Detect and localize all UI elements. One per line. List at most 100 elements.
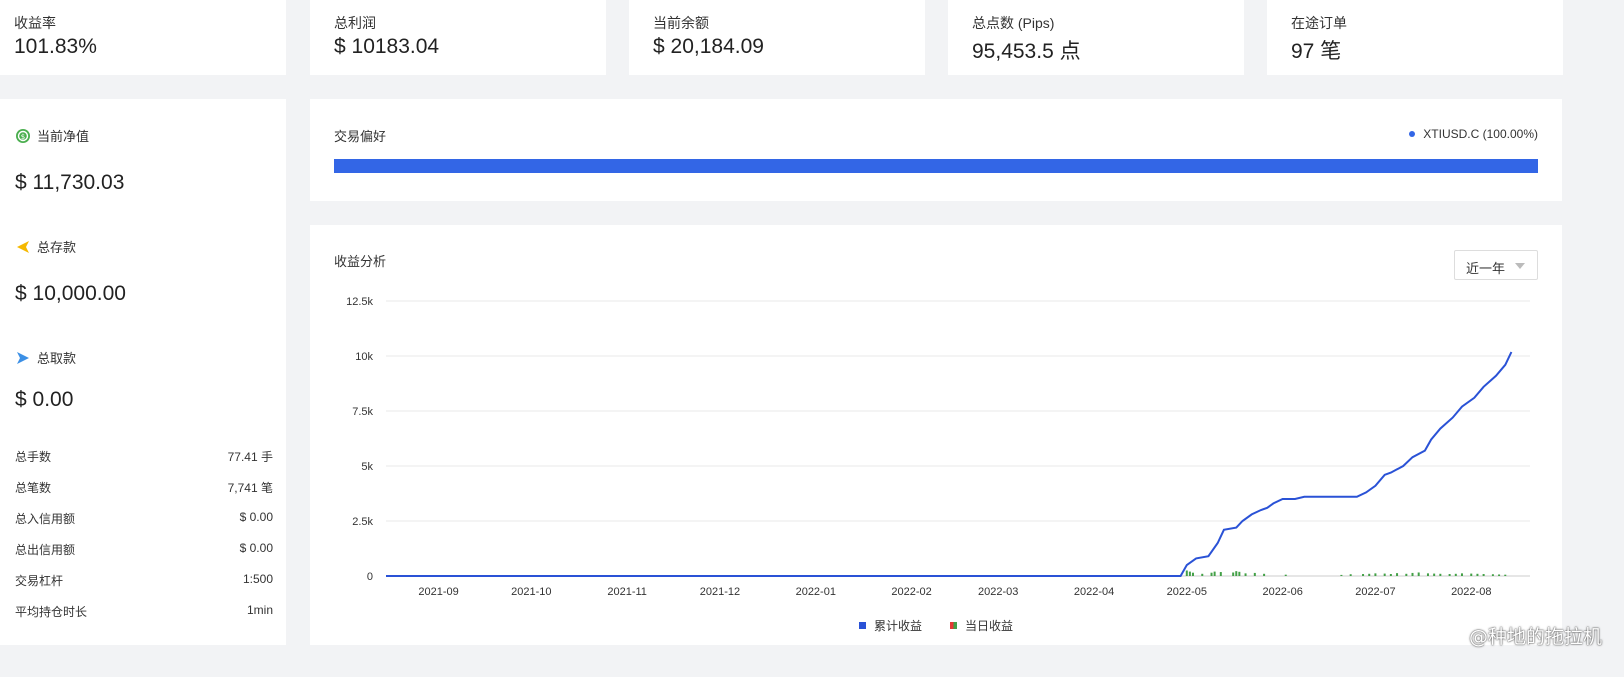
daily-profit-bar xyxy=(1396,573,1399,576)
daily-profit-bar xyxy=(1460,573,1463,576)
detail-label: 总入信用额 xyxy=(15,512,76,526)
stat-label: 在途订单 xyxy=(1291,15,1347,31)
svg-text:$: $ xyxy=(21,133,25,141)
x-tick-label: 2021-11 xyxy=(607,586,647,598)
detail-value: 1:500 xyxy=(242,572,273,586)
legend-swatch-cumulative xyxy=(858,622,866,629)
preference-legend[interactable]: XTIUSD.C (100.00%) xyxy=(1409,127,1538,141)
preference-title: 交易偏好 xyxy=(334,129,387,144)
detail-row-leverage: 交易杠杆 1:500 xyxy=(15,572,273,589)
stat-value: 95,453.5 点 xyxy=(972,40,1081,63)
equity-label: 当前净值 xyxy=(37,129,90,144)
daily-profit-bar xyxy=(1426,573,1429,576)
chart-legend: 累计收益 当日收益 xyxy=(310,617,1562,634)
deposit-icon xyxy=(17,240,29,253)
daily-profit-bar xyxy=(1433,573,1436,576)
daily-profit-bar xyxy=(1405,573,1408,576)
x-tick-label: 2021-10 xyxy=(511,586,551,598)
daily-profit-bar xyxy=(1185,570,1188,576)
x-tick-label: 2022-03 xyxy=(978,586,1018,598)
x-tick-label: 2021-12 xyxy=(700,586,740,598)
stat-label: 总点数 (Pips) xyxy=(972,15,1055,31)
detail-label: 总出信用额 xyxy=(15,543,76,557)
deposit-value: $ 10,000.00 xyxy=(15,282,126,305)
daily-profit-bar xyxy=(1235,571,1238,576)
detail-value: 7,741 笔 xyxy=(227,481,273,495)
stat-card-open-orders: 在途订单 97 笔 xyxy=(1267,0,1563,75)
detail-label: 总手数 xyxy=(15,450,52,464)
x-tick-label: 2022-07 xyxy=(1355,586,1395,598)
daily-profit-bar xyxy=(1498,574,1501,576)
daily-profit-bar xyxy=(1454,573,1457,576)
daily-profit-bar xyxy=(1213,571,1216,576)
stat-label: 当前余额 xyxy=(653,15,709,31)
stat-value: 101.83% xyxy=(14,35,97,58)
y-tick-label: 2.5k xyxy=(352,516,373,528)
daily-profit-bar xyxy=(1491,574,1494,576)
stat-value: 97 笔 xyxy=(1291,40,1342,63)
daily-profit-bar xyxy=(1362,574,1365,576)
daily-profit-bar xyxy=(1470,573,1473,576)
daily-profit-bar xyxy=(1482,574,1485,576)
x-tick-label: 2022-06 xyxy=(1262,586,1302,598)
preference-bar[interactable] xyxy=(334,159,1538,173)
x-tick-label: 2021-09 xyxy=(418,586,458,598)
daily-profit-bar xyxy=(1383,573,1386,576)
daily-profit-bar xyxy=(1349,574,1352,576)
withdraw-icon xyxy=(17,351,29,364)
daily-profit-bar xyxy=(1201,573,1204,576)
daily-profit-bar xyxy=(1340,574,1343,576)
stat-card-total-profit: 总利润 $ 10183.04 xyxy=(310,0,606,75)
withdraw-label: 总取款 xyxy=(37,351,77,366)
legend-item-cumulative[interactable]: 累计收益 xyxy=(858,617,922,634)
detail-row-total-lots: 总手数 77.41 手 xyxy=(15,448,273,465)
detail-row-total-trades: 总笔数 7,741 笔 xyxy=(15,479,273,496)
detail-row-credit-out: 总出信用额 $ 0.00 xyxy=(15,541,273,558)
daily-profit-bar xyxy=(1411,572,1414,576)
detail-value: $ 0.00 xyxy=(239,541,273,555)
equity-header: $ 当前净值 xyxy=(15,126,89,145)
profit-chart: 0 2.5k 5k 7.5k 10k 12.5k 2021-09 2021-10 2021-11… xyxy=(346,296,1530,598)
detail-value: 77.41 手 xyxy=(227,450,273,464)
preference-legend-label: XTIUSD.C (100.00%) xyxy=(1423,127,1538,141)
daily-profit-bar xyxy=(1476,573,1479,576)
daily-profit-bar xyxy=(1188,571,1191,576)
daily-profit-bar xyxy=(1191,572,1194,576)
daily-profit-bar xyxy=(1284,574,1287,576)
daily-profit-bar xyxy=(1504,574,1507,576)
stat-value: $ 20,184.09 xyxy=(653,35,764,58)
daily-profit-bar xyxy=(1439,573,1442,576)
daily-profit-bar xyxy=(1374,573,1377,576)
account-summary-card: $ 当前净值 $ 11,730.03 总存款 $ 10,000.00 总取款 $… xyxy=(0,99,286,645)
daily-profit-bar xyxy=(1417,572,1420,576)
y-tick-label: 12.5k xyxy=(346,296,373,308)
detail-value: 1min xyxy=(246,603,273,617)
y-tick-label: 5k xyxy=(361,461,373,473)
daily-profit-bar xyxy=(1232,572,1235,576)
legend-item-daily[interactable]: 当日收益 xyxy=(950,617,1013,634)
trading-preference-card: 交易偏好 XTIUSD.C (100.00%) xyxy=(310,99,1562,201)
y-tick-label: 10k xyxy=(355,351,373,363)
x-tick-label: 2022-02 xyxy=(891,586,931,598)
withdraw-value: $ 0.00 xyxy=(15,388,74,411)
daily-profit-bar xyxy=(1389,574,1392,576)
legend-label-daily: 当日收益 xyxy=(965,619,1014,633)
detail-row-credit-in: 总入信用额 $ 0.00 xyxy=(15,510,273,527)
cumulative-profit-line xyxy=(386,351,1513,577)
x-tick-label: 2022-04 xyxy=(1074,586,1114,598)
deposit-label: 总存款 xyxy=(37,240,77,255)
stat-label: 收益率 xyxy=(14,15,56,31)
daily-profit-bar xyxy=(1253,572,1256,576)
x-tick-label: 2022-01 xyxy=(796,586,836,598)
daily-profit-bar xyxy=(1448,574,1451,576)
detail-value: $ 0.00 xyxy=(239,510,273,524)
watermark: @种地的拖拉机 xyxy=(1468,626,1602,648)
detail-row-avg-hold-time: 平均持仓时长 1min xyxy=(15,603,273,620)
profit-analysis-card: 收益分析 近一年 0 2.5k 5k 7.5k 10k 12.5k 2021-09 2021-… xyxy=(310,225,1562,645)
daily-profit-bar xyxy=(1219,572,1222,576)
detail-label: 交易杠杆 xyxy=(15,574,64,588)
stat-card-pips: 总点数 (Pips) 95,453.5 点 xyxy=(948,0,1244,75)
x-tick-label: 2022-05 xyxy=(1167,586,1207,598)
stat-card-return-rate: 收益率 101.83% xyxy=(0,0,286,75)
stat-card-balance: 当前余额 $ 20,184.09 xyxy=(629,0,925,75)
